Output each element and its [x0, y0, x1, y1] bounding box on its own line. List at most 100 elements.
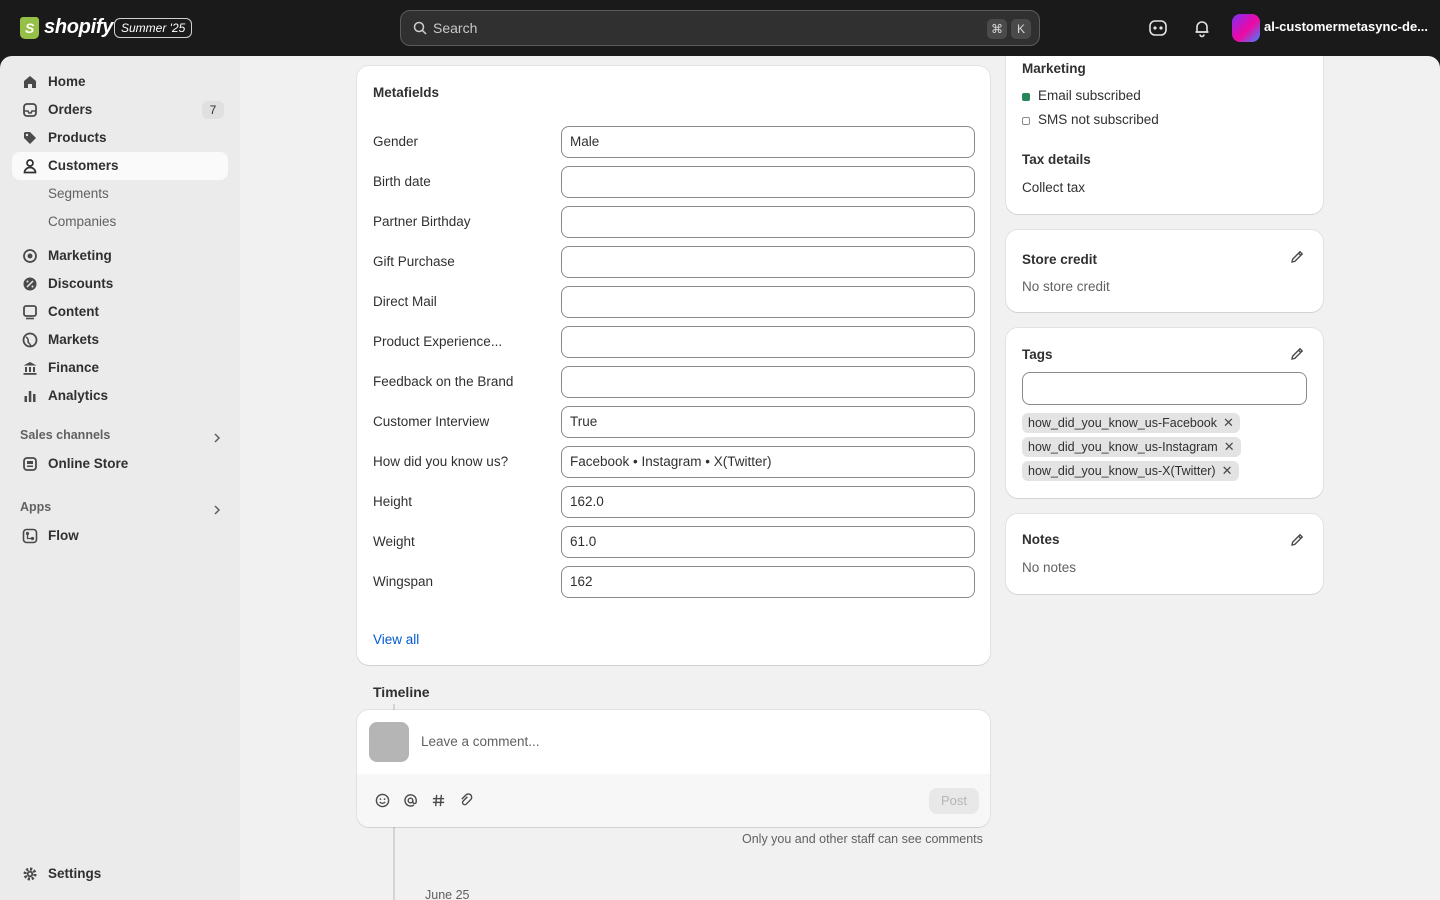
sidebar-item-markets[interactable]: Markets [12, 326, 228, 354]
field-input-gift-purchase[interactable] [561, 246, 975, 278]
close-icon[interactable]: ✕ [1224, 439, 1235, 455]
tags-input[interactable] [1022, 372, 1307, 405]
orders-count-badge: 7 [202, 101, 224, 119]
comment-toolbar: Post [357, 774, 990, 827]
field-input-height[interactable]: 162.0 [561, 486, 975, 518]
sidebar-subitem-companies[interactable]: Companies [48, 214, 116, 229]
field-label-direct-mail: Direct Mail [373, 294, 437, 309]
sidebar-subitem-segments[interactable]: Segments [48, 186, 109, 201]
store-avatar[interactable] [1232, 14, 1260, 42]
timeline-date: June 25 [425, 888, 470, 900]
field-input-gender[interactable]: Male [561, 126, 975, 158]
tag-chip: how_did_you_know_us-Instagram ✕ [1022, 437, 1241, 457]
sidebar-item-flow[interactable]: Flow [12, 522, 228, 550]
sms-status: SMS not subscribed [1038, 112, 1159, 127]
tag-label: how_did_you_know_us-Instagram [1028, 440, 1218, 454]
field-label-wingspan: Wingspan [373, 574, 434, 589]
apps-heading[interactable]: Apps [20, 500, 51, 514]
email-status: Email subscribed [1038, 88, 1141, 103]
flow-icon [22, 528, 38, 544]
sidebar-item-products[interactable]: Products [12, 124, 228, 152]
sidekick-icon[interactable] [1148, 18, 1168, 38]
sidebar-item-label: Products [48, 130, 107, 145]
sales-channels-heading[interactable]: Sales channels [20, 428, 110, 442]
pencil-icon[interactable] [1289, 532, 1305, 548]
field-input-birth-date[interactable] [561, 166, 975, 198]
hashtag-icon[interactable] [431, 793, 446, 808]
emoji-icon[interactable] [375, 793, 390, 808]
post-button[interactable]: Post [929, 788, 979, 814]
pencil-icon[interactable] [1289, 249, 1305, 265]
search-placeholder: Search [433, 20, 478, 36]
sidebar-item-label: Online Store [48, 456, 129, 471]
target-icon [23, 249, 37, 263]
chevron-right-icon[interactable] [212, 505, 222, 515]
field-input-direct-mail[interactable] [561, 286, 975, 318]
notes-title: Notes [1022, 532, 1060, 547]
field-label-product-experience: Product Experience... [373, 334, 503, 349]
marketing-title: Marketing [1022, 61, 1086, 76]
sidebar-item-analytics[interactable]: Analytics [12, 382, 228, 410]
tags-card: Tags how_did_you_know_us-Facebook ✕ how_d… [1006, 328, 1323, 498]
tag-chip: how_did_you_know_us-X(Twitter) ✕ [1022, 461, 1239, 481]
comment-input[interactable]: Leave a comment... [421, 734, 540, 749]
sidebar-item-label: Finance [48, 360, 100, 375]
sidebar-item-home[interactable]: Home [12, 68, 228, 96]
sidebar-item-online-store[interactable]: Online Store [12, 450, 228, 478]
sidebar-item-label: Customers [48, 158, 119, 173]
edition-badge[interactable]: Summer '25 [114, 18, 193, 38]
field-input-feedback-brand[interactable] [561, 366, 975, 398]
tags-title: Tags [1022, 347, 1053, 362]
comment-box: Leave a comment... Post [357, 710, 990, 827]
marketing-card: Marketing Email subscribed SMS not subsc… [1006, 56, 1323, 214]
field-input-weight[interactable]: 61.0 [561, 526, 975, 558]
timeline-title: Timeline [373, 684, 430, 700]
sidebar-item-orders[interactable]: Orders 7 [12, 96, 228, 124]
logo-text: shopify [44, 16, 114, 38]
discount-icon [23, 277, 37, 291]
metafields-card: Metafields Gender Male Birth date Partne… [357, 66, 990, 665]
tax-details-title: Tax details [1022, 152, 1091, 167]
sidebar-item-content[interactable]: Content [12, 298, 228, 326]
sidebar-item-label: Content [48, 304, 99, 319]
main-content: Metafields Gender Male Birth date Partne… [240, 56, 1440, 900]
chevron-right-icon[interactable] [212, 433, 222, 443]
field-input-product-experience[interactable] [561, 326, 975, 358]
top-bar: shopify Summer '25 Search ⌘ K al-custome… [0, 0, 1440, 56]
kbd-k: K [1011, 19, 1031, 39]
store-credit-title: Store credit [1022, 252, 1098, 267]
field-label-gender: Gender [373, 134, 419, 149]
field-input-customer-interview[interactable]: True [561, 406, 975, 438]
field-label-birth-date: Birth date [373, 174, 431, 189]
shopify-logo[interactable]: shopify [20, 16, 113, 39]
field-input-partner-birthday[interactable] [561, 206, 975, 238]
sidebar-item-settings[interactable]: Settings [12, 860, 228, 888]
sidebar-item-customers[interactable]: Customers [12, 152, 228, 180]
close-icon[interactable]: ✕ [1222, 463, 1233, 479]
sidebar: Home Orders 7 Products Customers Segment… [0, 56, 240, 900]
field-input-how-know-us[interactable]: Facebook • Instagram • X(Twitter) [561, 446, 975, 478]
field-label-partner-birthday: Partner Birthday [373, 214, 471, 229]
field-input-wingspan[interactable]: 162 [561, 566, 975, 598]
search-icon [413, 21, 427, 35]
sidebar-item-discounts[interactable]: Discounts [12, 270, 228, 298]
sidebar-item-finance[interactable]: Finance [12, 354, 228, 382]
bell-icon[interactable] [1192, 18, 1212, 38]
mention-icon[interactable] [403, 793, 418, 808]
tax-value: Collect tax [1022, 180, 1086, 195]
notes-value: No notes [1022, 560, 1077, 575]
sidebar-item-marketing[interactable]: Marketing [12, 242, 228, 270]
sidebar-item-label: Flow [48, 528, 79, 543]
email-subscribed-dot [1022, 93, 1030, 101]
gear-icon [23, 867, 37, 881]
tag-label: how_did_you_know_us-Facebook [1028, 416, 1218, 430]
view-all-link[interactable]: View all [373, 632, 419, 647]
search-bar[interactable]: Search ⌘ K [400, 10, 1040, 46]
close-icon[interactable]: ✕ [1223, 415, 1234, 431]
field-label-height: Height [373, 494, 413, 509]
attachment-icon[interactable] [459, 793, 474, 808]
field-label-weight: Weight [373, 534, 415, 549]
store-credit-value: No store credit [1022, 279, 1110, 294]
pencil-icon[interactable] [1289, 346, 1305, 362]
store-name[interactable]: al-customermetasync-de... [1264, 19, 1428, 34]
